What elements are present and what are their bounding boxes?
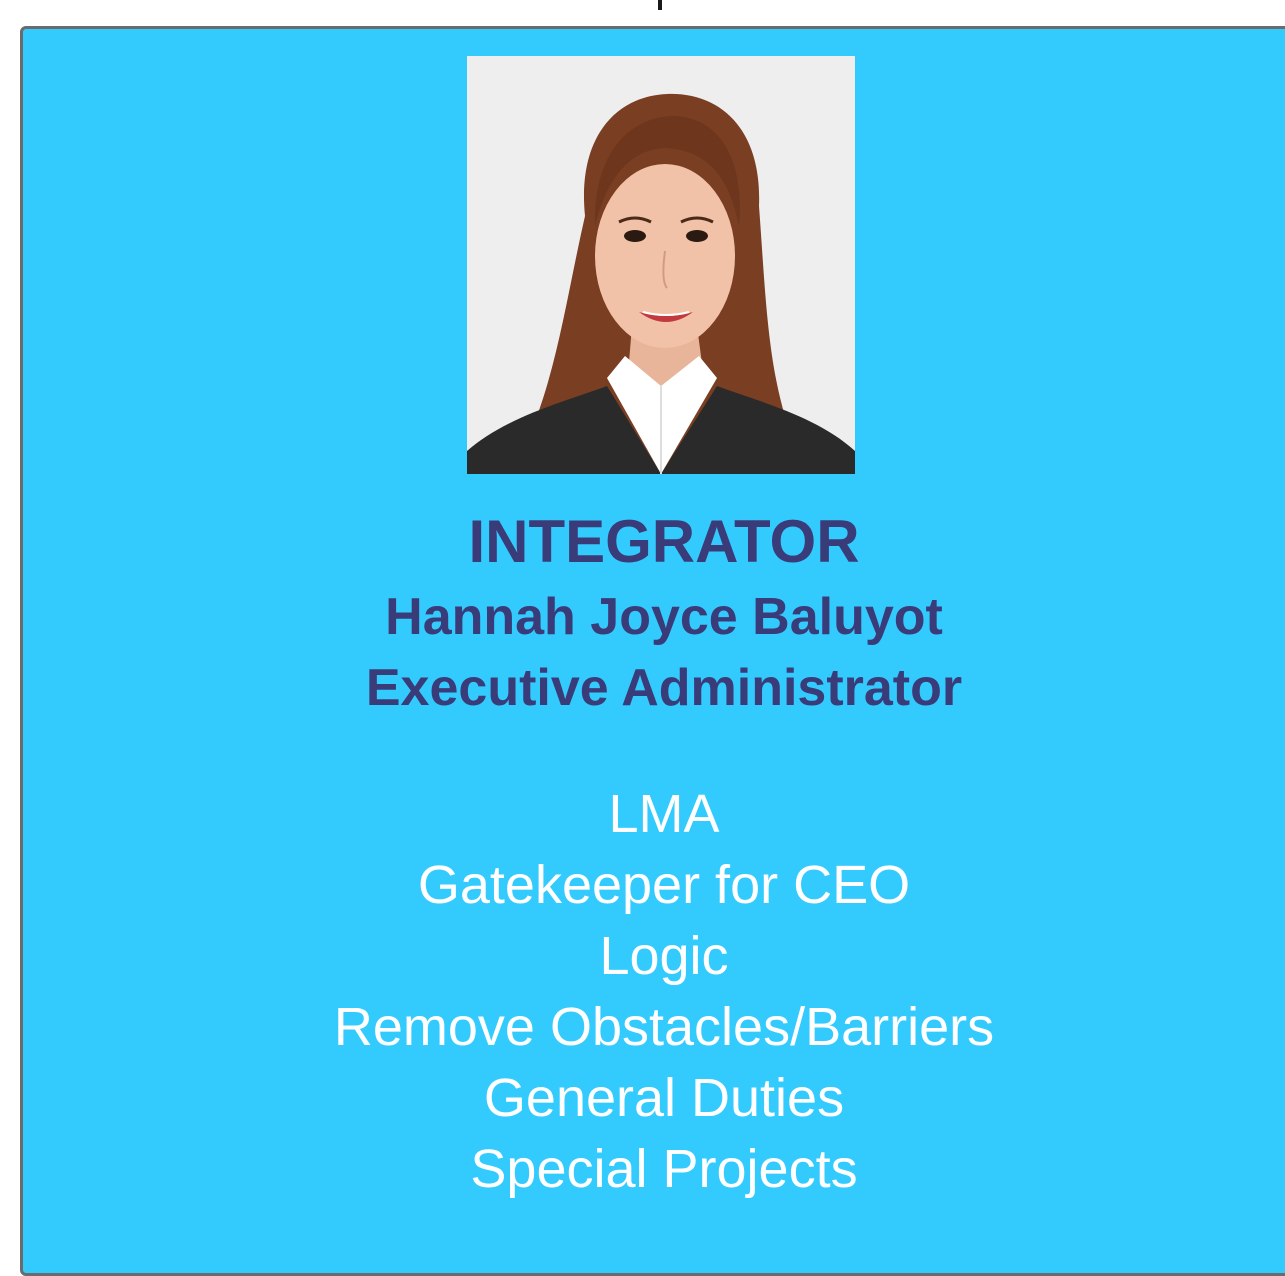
duty-item: Gatekeeper for CEO <box>417 855 911 915</box>
duty-item: Remove Obstacles/Barriers <box>333 997 995 1057</box>
profile-photo-illustration <box>467 56 855 474</box>
org-chart-connector-line <box>658 0 662 10</box>
org-role-title: INTEGRATOR <box>468 508 860 575</box>
job-position: Executive Administrator <box>365 659 963 717</box>
duty-item: LMA <box>608 784 720 844</box>
duty-item: General Duties <box>483 1068 845 1128</box>
duties-list: LMA Gatekeeper for CEO Logic Remove Obst… <box>23 779 1285 1205</box>
org-chart-card: INTEGRATOR Hannah Joyce Baluyot Executiv… <box>20 26 1285 1276</box>
duty-item: Special Projects <box>470 1139 858 1199</box>
profile-photo <box>467 56 855 474</box>
person-name: Hannah Joyce Baluyot <box>385 588 943 646</box>
duty-item: Logic <box>599 926 729 986</box>
